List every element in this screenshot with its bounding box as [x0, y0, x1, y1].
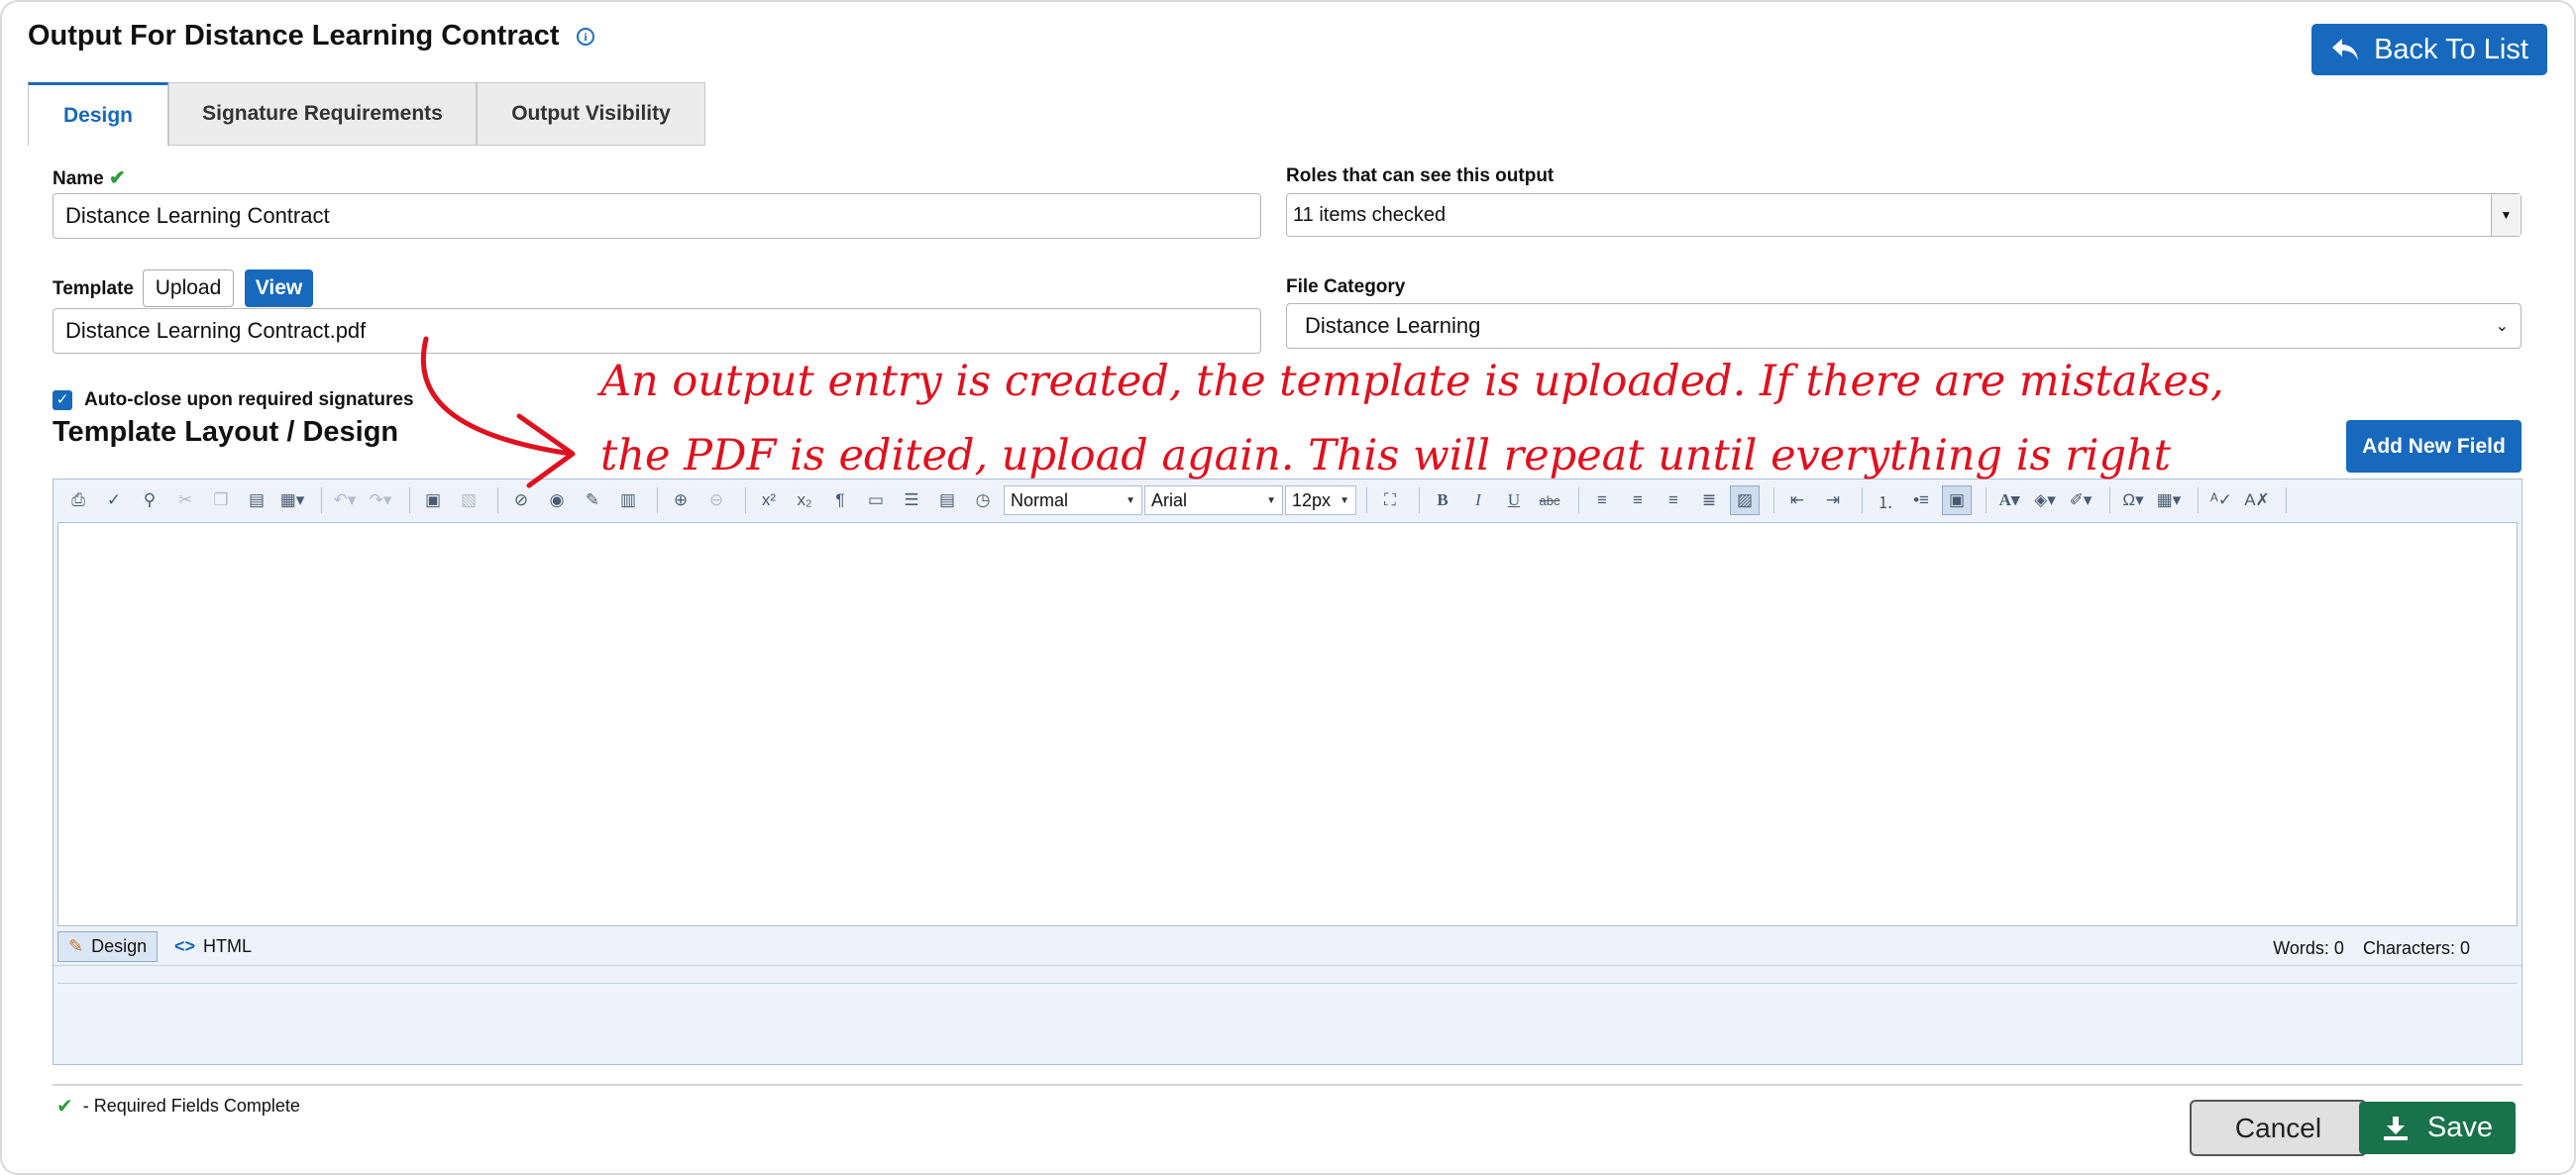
html-mode-label: HTML	[203, 936, 253, 956]
annotation-line-2: the PDF is edited, upload again. This wi…	[600, 431, 2172, 481]
roles-select[interactable]: 11 items checked ▼	[1286, 193, 2522, 237]
cut-icon[interactable]: ✂	[170, 485, 200, 515]
download-icon	[2383, 1116, 2408, 1140]
divider	[53, 1084, 2522, 1086]
copy-icon[interactable]: ❐	[206, 485, 236, 515]
chevron-down-icon: ⌄	[2495, 318, 2509, 335]
autoclose-checkbox[interactable]: ✓	[53, 390, 72, 410]
back-to-list-button[interactable]: Back To List	[2311, 24, 2547, 75]
section-title: Template Layout / Design	[53, 416, 399, 448]
view-button[interactable]: View	[245, 269, 313, 307]
editor-mode-bar: ✎ Design <> HTML Words: 0 Characters: 0	[54, 928, 2522, 966]
pencil-icon: ✎	[68, 936, 84, 956]
find-icon[interactable]: ⚲	[135, 485, 164, 515]
checkmark-icon: ✔	[56, 1096, 73, 1118]
file-category-value: Distance Learning	[1305, 313, 1481, 338]
upload-button[interactable]: Upload	[143, 269, 234, 307]
rich-text-editor: ⎙ ✓ ⚲ ✂ ❐ ▤ ▦▾ ↶▾ ↷▾ ▣ ▧ ⊘ ◉ ✎ ▥ ⊕ ⊖ x² …	[53, 479, 2522, 1065]
tab-bar: Design Signature Requirements Output Vis…	[28, 82, 705, 146]
required-note-text: - Required Fields Complete	[82, 1096, 300, 1116]
undo-icon[interactable]: ↶▾	[330, 485, 360, 515]
tab-output-visibility[interactable]: Output Visibility	[477, 82, 705, 146]
checkmark-icon: ✔	[109, 167, 126, 189]
toolbar-separator	[409, 487, 410, 513]
paste-options-icon[interactable]: ▦▾	[277, 485, 307, 515]
autoclose-label: Auto-close upon required signatures	[84, 389, 414, 410]
name-field[interactable]: Distance Learning Contract	[53, 193, 1261, 239]
file-category-select[interactable]: Distance Learning ⌄	[1286, 303, 2522, 349]
editor-stats: Words: 0 Characters: 0	[2259, 938, 2470, 959]
tab-design[interactable]: Design	[28, 82, 168, 146]
back-to-list-label: Back To List	[2374, 33, 2528, 65]
annotation-text: An output entry is created, the template…	[600, 345, 2224, 493]
print-icon[interactable]: ⎙	[63, 485, 93, 515]
word-count: Words: 0	[2273, 938, 2344, 958]
code-icon: <>	[174, 936, 196, 956]
editor-content-area[interactable]	[57, 522, 2518, 926]
add-new-field-button[interactable]: Add New Field	[2346, 420, 2522, 473]
roles-label: Roles that can see this output	[1286, 165, 1555, 186]
page-title: Output For Distance Learning Contract	[28, 20, 560, 52]
roles-value: 11 items checked	[1293, 203, 1447, 226]
info-icon[interactable]: i	[577, 28, 594, 46]
toolbar-separator	[2286, 487, 2287, 513]
divider	[57, 983, 2518, 984]
back-arrow-icon	[2332, 39, 2359, 60]
design-mode-label: Design	[91, 936, 148, 956]
name-label: Name ✔	[53, 165, 126, 190]
save-button[interactable]: Save	[2359, 1102, 2516, 1154]
annotation-arrow	[420, 336, 576, 488]
cancel-button[interactable]: Cancel	[2190, 1100, 2367, 1156]
html-mode-button[interactable]: <> HTML	[164, 931, 262, 962]
template-label: Template	[53, 278, 135, 299]
character-count: Characters: 0	[2362, 938, 2470, 958]
design-mode-button[interactable]: ✎ Design	[57, 931, 159, 962]
name-label-text: Name	[53, 168, 104, 189]
redo-icon[interactable]: ↷▾	[366, 485, 395, 515]
save-label: Save	[2426, 1112, 2494, 1143]
tab-signature-requirements[interactable]: Signature Requirements	[168, 82, 477, 146]
chevron-down-icon[interactable]: ▼	[2491, 194, 2521, 236]
spellcheck-icon[interactable]: ✓	[99, 485, 129, 515]
paste-icon[interactable]: ▤	[242, 485, 271, 515]
required-note: ✔ - Required Fields Complete	[56, 1094, 300, 1119]
remove-format-icon[interactable]: A✗	[2242, 485, 2272, 515]
toolbar-separator	[321, 487, 322, 513]
annotation-line-1: An output entry is created, the template…	[600, 357, 2224, 406]
file-category-label: File Category	[1286, 276, 1406, 297]
